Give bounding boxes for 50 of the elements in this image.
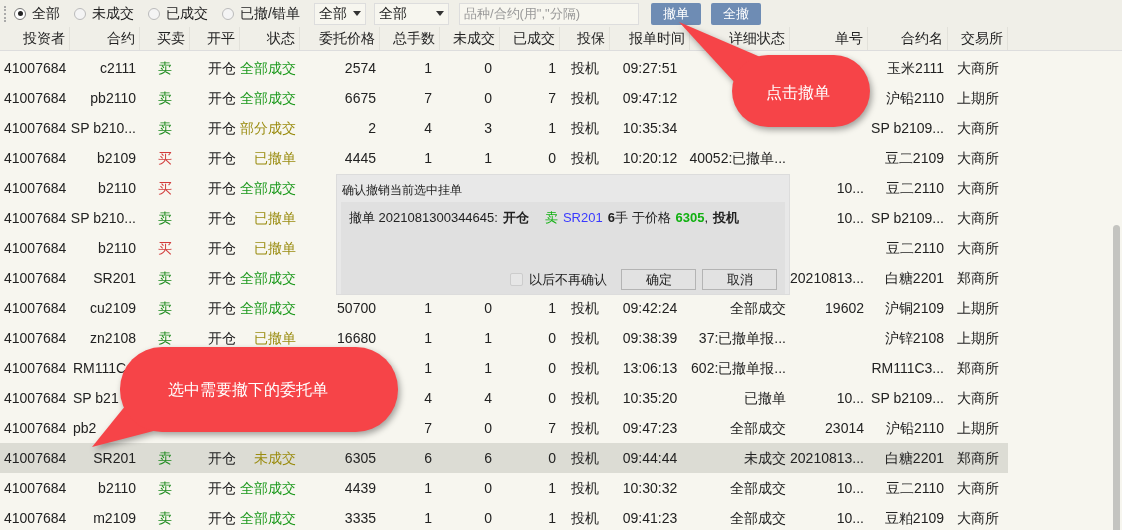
column-header[interactable]: 状态	[240, 27, 300, 50]
table-cell: 6	[440, 443, 500, 473]
scrollbar-thumb[interactable]	[1113, 225, 1120, 530]
column-header[interactable]: 合约名	[868, 27, 948, 50]
caret-icon	[352, 11, 361, 16]
radio-button[interactable]	[14, 7, 26, 20]
table-cell: 开仓	[190, 443, 240, 473]
column-header[interactable]: 开平	[190, 27, 240, 50]
dialog-title: 确认撤销当前选中挂单	[341, 182, 463, 199]
column-header[interactable]: 合约	[70, 27, 140, 50]
radio-label[interactable]: 已撤/错单	[240, 3, 300, 24]
column-header[interactable]: 单号	[790, 27, 868, 50]
table-cell: 卖	[140, 443, 190, 473]
table-cell: 白糖2201	[868, 443, 948, 473]
table-cell: 6	[380, 443, 440, 473]
table-cell: 未成交	[690, 443, 790, 473]
radio-label[interactable]: 已成交	[166, 3, 208, 24]
column-header[interactable]: 投保	[560, 27, 610, 50]
radio-label[interactable]: 全部	[32, 3, 60, 24]
dialog-button[interactable]: 取消	[702, 269, 777, 290]
filter-dropdown[interactable]: 全部	[373, 2, 449, 25]
table-cell: 投机	[560, 443, 610, 473]
table-cell: 0	[500, 443, 560, 473]
table-cell: 20210813...	[790, 443, 868, 473]
filter-dropdown[interactable]: 全部	[313, 2, 366, 25]
radio-button[interactable]	[148, 7, 160, 20]
column-header[interactable]: 交易所	[948, 27, 1008, 50]
column-header[interactable]: 委托价格	[300, 27, 380, 50]
radio-label[interactable]: 未成交	[92, 3, 134, 24]
caret-icon	[435, 11, 444, 16]
table-cell: 6305	[300, 443, 380, 473]
column-header[interactable]: 已成交	[500, 27, 560, 50]
search-field[interactable]: 品种/合约(用","分隔)	[458, 2, 639, 25]
callout-text: 选中需要撤下的委托单	[168, 380, 328, 400]
confirm-message: 撤单 2021081300344645: 开仓 卖 SR201 6手 于价格 6305, 投机	[349, 209, 741, 227]
checkbox[interactable]	[510, 273, 523, 286]
column-header[interactable]: 总手数	[380, 27, 440, 50]
dialog-button[interactable]: 确定	[621, 269, 696, 290]
table-cell: 郑商所	[948, 443, 1008, 473]
callout-text: 点击撤单	[766, 83, 830, 103]
table-cell: 未成交	[240, 443, 300, 473]
column-header[interactable]: 投资者	[0, 27, 70, 50]
checkbox-label: 以后不再确认	[529, 270, 607, 289]
radio-button[interactable]	[74, 7, 86, 20]
column-header[interactable]: 未成交	[440, 27, 500, 50]
table-cell: 41007684	[0, 443, 70, 473]
radio-button[interactable]	[222, 7, 234, 20]
table-cell: SR201	[70, 443, 140, 473]
column-header[interactable]: 买卖	[140, 27, 190, 50]
table-cell: 09:44:44	[610, 443, 690, 473]
